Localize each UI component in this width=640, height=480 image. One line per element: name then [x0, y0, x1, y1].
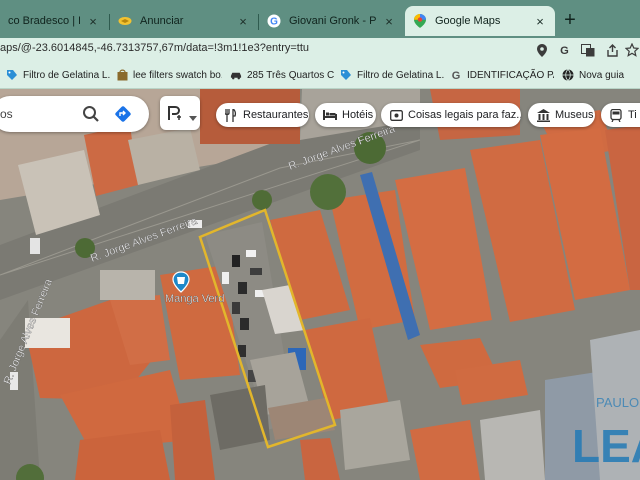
car-icon [230, 69, 242, 81]
directions-icon[interactable] [114, 105, 132, 128]
globe-icon [562, 69, 574, 81]
chip-museums[interactable]: Museus [528, 103, 595, 127]
url-text[interactable]: aps/@-23.6014845,-46.7313757,67m/data=!3… [0, 42, 309, 54]
google-icon: G [450, 69, 462, 81]
search-input[interactable]: os [0, 107, 13, 121]
translate-icon[interactable] [580, 42, 596, 58]
bag-icon [116, 69, 128, 81]
place-label[interactable]: Manga Verd [165, 293, 225, 305]
bookmark-label: Nova guia [579, 69, 625, 81]
star-icon[interactable] [624, 42, 640, 58]
tab-label: Google Maps [435, 15, 501, 27]
tab-bar: co Bradesco | Entre N × Anunciar × G Gio… [0, 0, 640, 38]
chip-things-to-do[interactable]: Coisas legais para faz... [381, 103, 521, 127]
svg-text:G: G [270, 17, 278, 28]
maps-icon [413, 14, 427, 28]
parking-button[interactable] [160, 96, 200, 130]
tab-google-search[interactable]: G Giovani Gronk - Pesquisa × [259, 6, 404, 36]
chip-transit[interactable]: Ti [601, 103, 640, 127]
bookmark-item[interactable]: Filtro de Gelatina L... [340, 67, 444, 83]
bookmark-item[interactable]: Filtro de Gelatina L... [6, 67, 110, 83]
close-icon[interactable]: × [86, 14, 100, 29]
satellite-map[interactable]: PAULO LEA R. Jorge Alves Ferreira R. Jor… [0, 89, 640, 480]
watermark-logo: LEA [572, 420, 640, 472]
handshake-icon [118, 14, 132, 28]
satellite-imagery: PAULO LEA R. Jorge Alves Ferreira R. Jor… [0, 89, 640, 480]
tab-bradesco[interactable]: co Bradesco | Entre N × [0, 6, 108, 36]
search-box[interactable]: os [0, 96, 149, 132]
tab-anunciar[interactable]: Anunciar × [110, 6, 258, 36]
chip-label: Coisas legais para faz... [408, 109, 521, 121]
chip-label: Restaurantes [243, 109, 309, 121]
chip-restaurants[interactable]: Restaurantes [216, 103, 309, 127]
chip-label: Hotéis [342, 109, 374, 121]
bookmark-item[interactable]: 285 Três Quartos C... [230, 67, 334, 83]
ticket-icon [389, 108, 403, 122]
svg-text:G: G [452, 70, 461, 81]
close-icon[interactable]: × [382, 14, 396, 29]
google-icon: G [267, 14, 281, 28]
bookmark-item[interactable]: Nova guia [562, 67, 638, 83]
close-icon[interactable]: × [236, 14, 250, 29]
bookmark-label: IDENTIFICAÇÃO PA... [467, 69, 554, 81]
google-lens-icon[interactable]: G [556, 42, 572, 58]
share-icon[interactable] [604, 42, 620, 58]
chip-label: Museus [555, 109, 594, 121]
bookmark-label: lee filters swatch bo... [133, 69, 222, 81]
tab-label: co Bradesco | Entre N [8, 15, 80, 27]
new-tab-button[interactable]: + [559, 10, 581, 32]
bed-icon [323, 108, 337, 122]
museum-icon [536, 108, 550, 122]
tab-google-maps[interactable]: Google Maps × [405, 6, 555, 36]
fork-knife-icon [224, 108, 238, 122]
bookmark-item[interactable]: G IDENTIFICAÇÃO PA... [450, 67, 554, 83]
watermark-small: PAULO [596, 395, 639, 410]
tag-icon [6, 69, 18, 81]
bookmarks-bar: Filtro de Gelatina L... lee filters swat… [0, 62, 640, 89]
svg-text:G: G [560, 45, 569, 57]
close-icon[interactable]: × [533, 14, 547, 29]
search-icon[interactable] [82, 105, 100, 128]
tab-label: Anunciar [140, 15, 184, 27]
bookmark-item[interactable]: lee filters swatch bo... [116, 67, 222, 83]
bookmark-label: Filtro de Gelatina L... [23, 69, 110, 81]
location-pin-icon[interactable] [534, 42, 550, 58]
tab-label: Giovani Gronk - Pesquisa [289, 15, 376, 27]
chip-hotels[interactable]: Hotéis [315, 103, 376, 127]
bookmark-label: Filtro de Gelatina L... [357, 69, 444, 81]
chevron-down-icon[interactable] [189, 109, 197, 127]
address-bar[interactable]: aps/@-23.6014845,-46.7313757,67m/data=!3… [0, 38, 640, 62]
bookmark-label: 285 Três Quartos C... [247, 69, 334, 81]
chip-label: Ti [628, 109, 637, 121]
transit-icon [609, 108, 623, 122]
tag-icon [340, 69, 352, 81]
parking-icon [167, 105, 183, 126]
